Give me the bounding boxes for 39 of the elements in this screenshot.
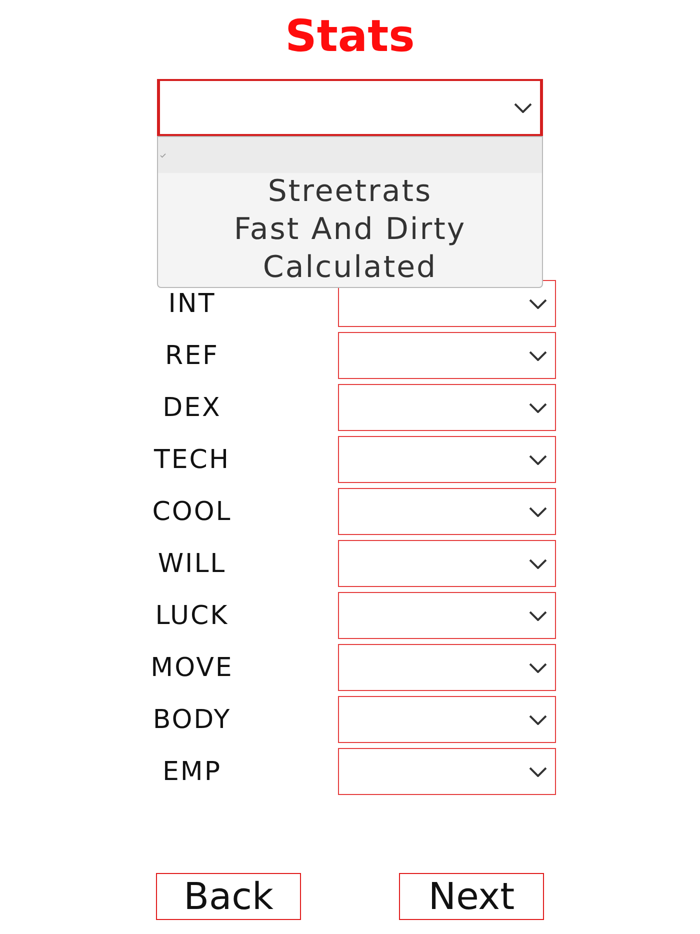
- rank-select[interactable]: [338, 540, 556, 587]
- rank-select[interactable]: [338, 280, 556, 327]
- chevron-icon: [529, 454, 547, 464]
- stat-label: MOVE: [150, 652, 234, 682]
- stat-label: LUCK: [155, 600, 229, 630]
- stat-label: DEX: [162, 392, 222, 422]
- page-title: Stats: [284, 10, 416, 64]
- chevron-icon: [514, 102, 532, 112]
- stat-label: BODY: [152, 704, 232, 734]
- chevron-icon: [529, 506, 547, 516]
- rank-select[interactable]: [338, 696, 556, 743]
- chevron-icon: [529, 610, 547, 620]
- dropdown-option[interactable]: Streetrats: [158, 173, 542, 211]
- chevron-icon: [529, 714, 547, 724]
- dropdown-option[interactable]: Calculated: [158, 249, 542, 287]
- chevron-icon: [529, 298, 547, 308]
- chevron-icon: [529, 402, 547, 412]
- rank-select[interactable]: [338, 384, 556, 431]
- preset-select[interactable]: [157, 79, 543, 136]
- chevron-icon: [529, 558, 547, 568]
- nav-button[interactable]: Back: [156, 873, 301, 920]
- stat-label: COOL: [152, 496, 232, 526]
- rank-select[interactable]: [338, 436, 556, 483]
- rank-select[interactable]: [338, 488, 556, 535]
- rank-select[interactable]: [338, 332, 556, 379]
- chevron-icon: [529, 350, 547, 360]
- rank-select[interactable]: [338, 644, 556, 691]
- rank-select[interactable]: [338, 592, 556, 639]
- stat-label: EMP: [162, 756, 222, 786]
- dropdown-option[interactable]: Fast And Dirty: [158, 211, 542, 249]
- check-icon: [160, 153, 166, 158]
- stat-label: INT: [168, 288, 216, 318]
- chevron-icon: [529, 662, 547, 672]
- stat-label: TECH: [154, 444, 230, 474]
- rank-select[interactable]: [338, 748, 556, 795]
- stat-label: WILL: [158, 548, 226, 578]
- chevron-icon: [529, 766, 547, 776]
- nav-button[interactable]: Next: [399, 873, 544, 920]
- stat-label: REF: [165, 340, 219, 370]
